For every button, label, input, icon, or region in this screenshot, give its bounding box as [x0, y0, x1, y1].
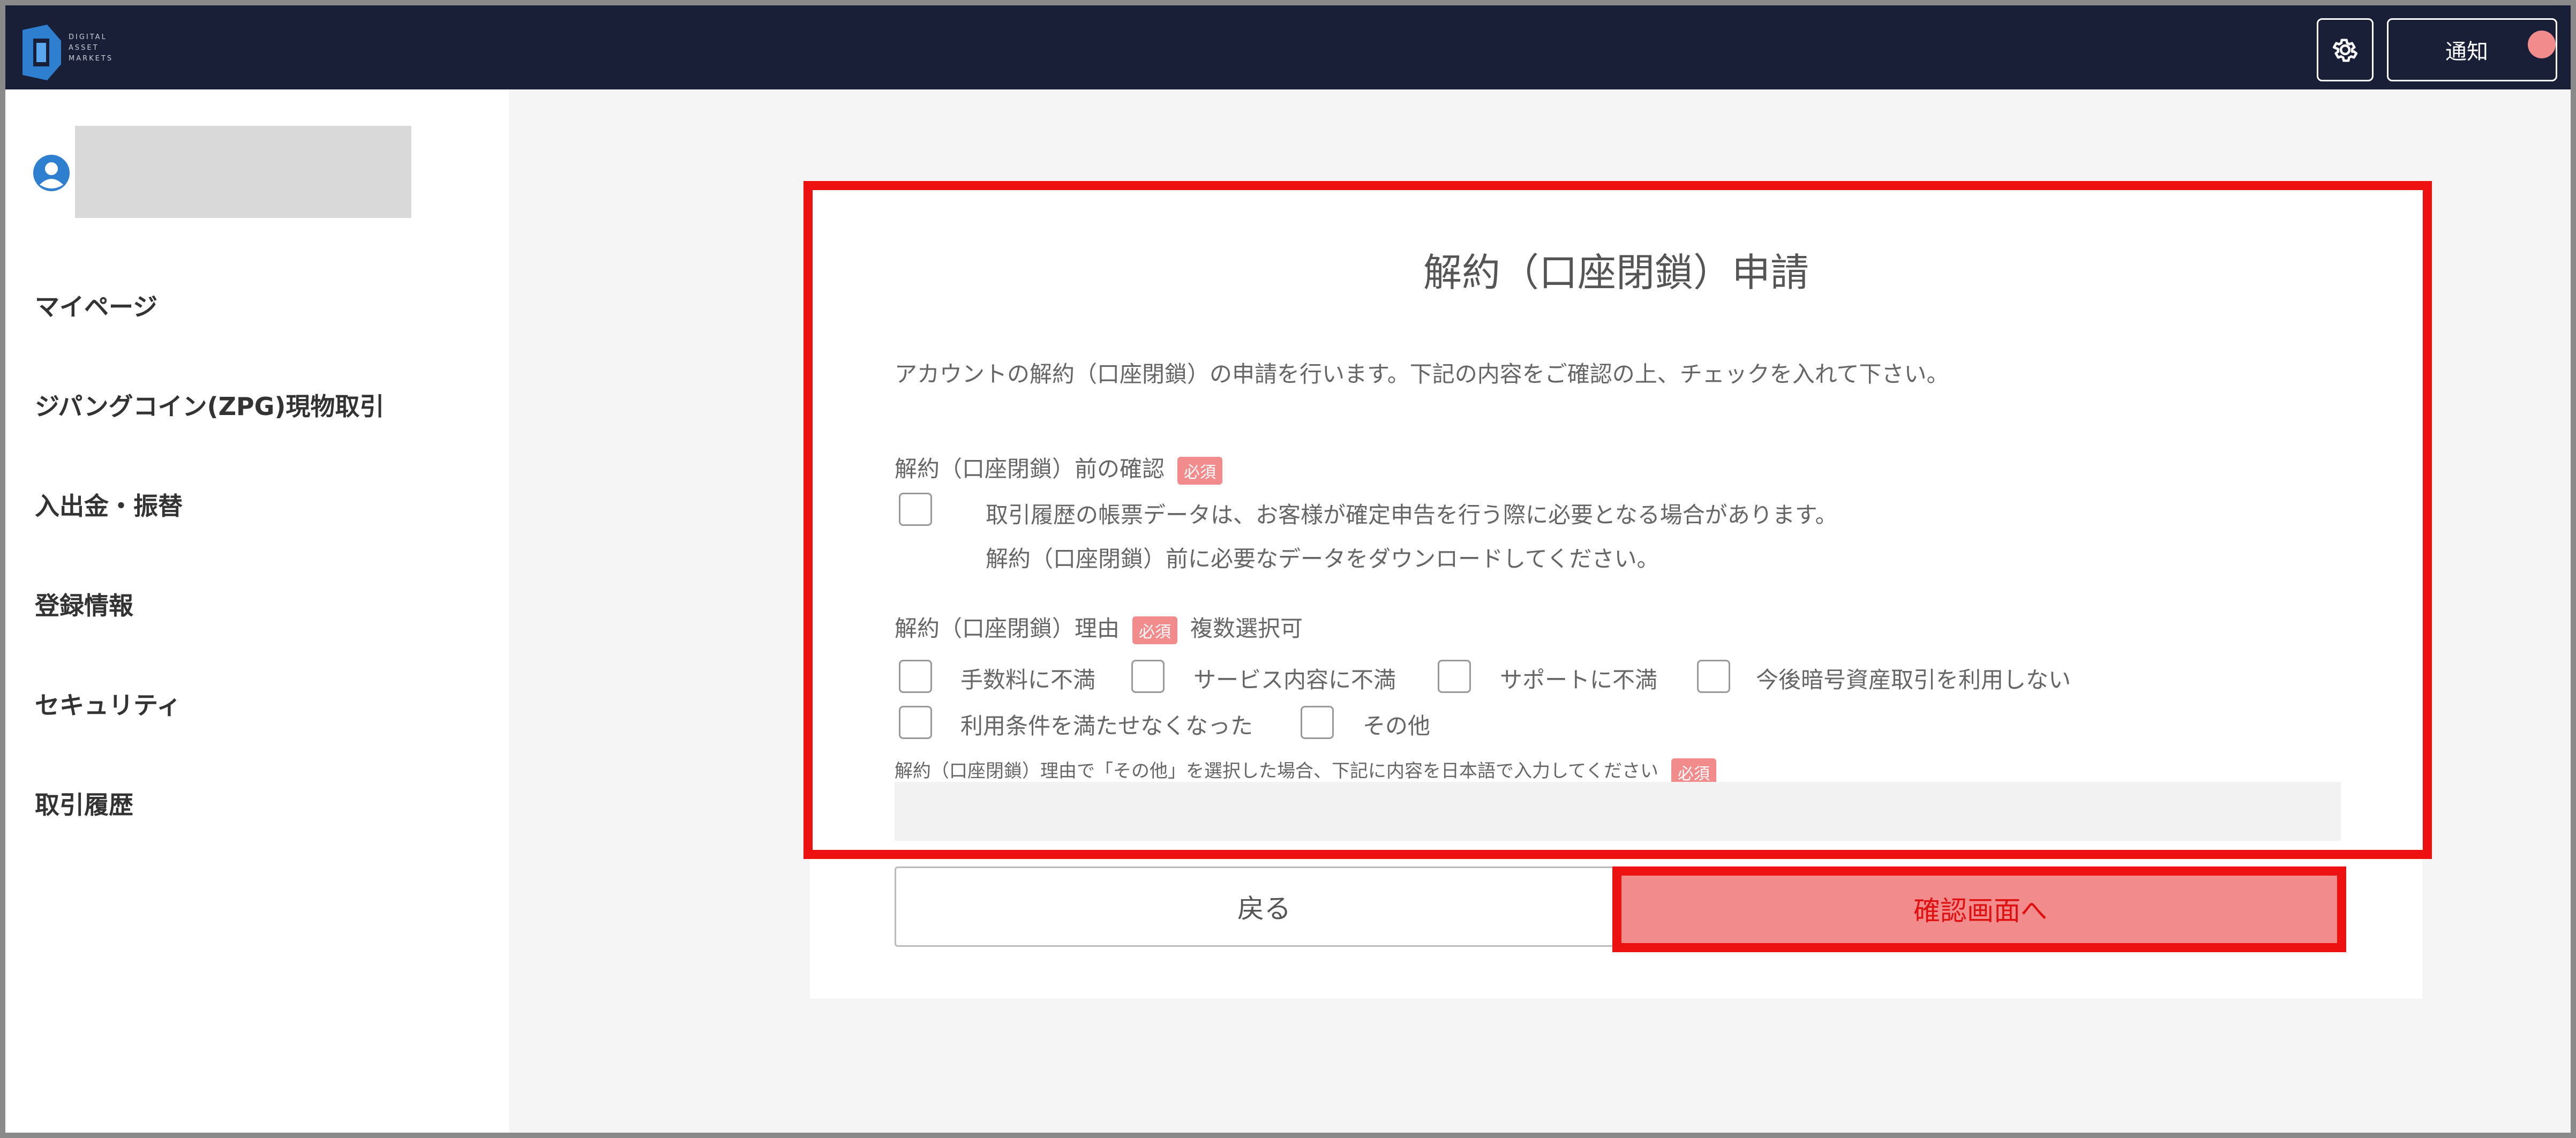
reason-checkbox-no-crypto[interactable]: [1697, 660, 1730, 693]
confirm-note-line-2: 解約（口座閉鎖）前に必要なデータをダウンロードしてください。: [986, 546, 1659, 572]
confirm-section-label: 解約（口座閉鎖）前の確認 必須: [895, 451, 1223, 485]
other-reason-input[interactable]: [895, 782, 2341, 841]
page-title: 解約（口座閉鎖）申請: [1423, 250, 1809, 295]
notification-button[interactable]: 通知: [2387, 18, 2557, 81]
notification-badge: [2528, 31, 2556, 58]
confirm-note-line-1: 取引履歴の帳票データは、お客様が確定申告を行う際に必要となる場合があります。: [986, 502, 1838, 528]
reason-section-title: 解約（口座閉鎖）理由: [895, 615, 1120, 642]
required-badge: 必須: [1132, 616, 1178, 644]
reason-checkbox-service[interactable]: [1131, 660, 1165, 693]
reason-option-service: サービス内容に不満: [1193, 667, 1396, 693]
app-window: DIGITAL ASSET MARKETS 通知 マイページ ジパングコイン(Z…: [5, 5, 2571, 1133]
sidebar-item-registration[interactable]: 登録情報: [35, 586, 133, 622]
top-bar: DIGITAL ASSET MARKETS 通知: [5, 5, 2571, 89]
logo-word: ASSET: [69, 44, 99, 52]
user-avatar-icon: [33, 155, 70, 191]
reason-option-no-crypto: 今後暗号資産取引を利用しない: [1756, 667, 2071, 693]
sidebar-item-security[interactable]: セキュリティ: [35, 686, 181, 721]
confirm-checkbox[interactable]: [899, 493, 932, 526]
logo-word: MARKETS: [69, 55, 114, 63]
sidebar: マイページ ジパングコイン(ZPG)現物取引 入出金・振替 登録情報 セキュリテ…: [5, 89, 509, 1133]
reason-checkbox-fee[interactable]: [899, 660, 932, 693]
reason-checkbox-other[interactable]: [1301, 706, 1334, 739]
reason-section-label: 解約（口座閉鎖）理由 必須 複数選択可: [895, 611, 1303, 644]
confirm-screen-button[interactable]: 確認画面へ: [1619, 871, 2342, 947]
required-badge: 必須: [1177, 456, 1223, 485]
reason-option-conditions: 利用条件を満たせなくなった: [960, 713, 1253, 739]
logo-wordmark: DIGITAL ASSET MARKETS: [69, 32, 113, 64]
logo[interactable]: DIGITAL ASSET MARKETS: [20, 20, 138, 80]
user-name-redacted: [75, 126, 411, 218]
notification-label: 通知: [2445, 40, 2488, 64]
reason-checkbox-support[interactable]: [1438, 660, 1471, 693]
sidebar-item-deposit-transfer[interactable]: 入出金・振替: [35, 487, 183, 522]
multi-select-note: 複数選択可: [1190, 615, 1303, 642]
form-intro-text: アカウントの解約（口座閉鎖）の申請を行います。下記の内容をご確認の上、チェックを…: [895, 361, 1949, 387]
reason-checkbox-conditions[interactable]: [899, 706, 932, 739]
gear-icon: [2332, 39, 2358, 62]
logo-word: DIGITAL: [69, 33, 107, 41]
other-reason-instruction: 解約（口座閉鎖）理由で「その他」を選択した場合、下記に内容を日本語で入力してくだ…: [895, 760, 1658, 782]
reason-option-fee: 手数料に不満: [960, 667, 1096, 693]
settings-button[interactable]: [2317, 18, 2374, 81]
back-button[interactable]: 戻る: [895, 866, 1634, 947]
confirm-section-title: 解約（口座閉鎖）前の確認: [895, 456, 1165, 482]
sidebar-item-history[interactable]: 取引履歴: [35, 786, 133, 821]
sidebar-item-mypage[interactable]: マイページ: [35, 288, 157, 323]
reason-option-support: サポートに不満: [1500, 667, 1658, 693]
sidebar-item-zpg-trading[interactable]: ジパングコイン(ZPG)現物取引: [35, 387, 384, 423]
logo-mark-icon: [22, 25, 61, 80]
reason-option-other: その他: [1363, 713, 1431, 739]
